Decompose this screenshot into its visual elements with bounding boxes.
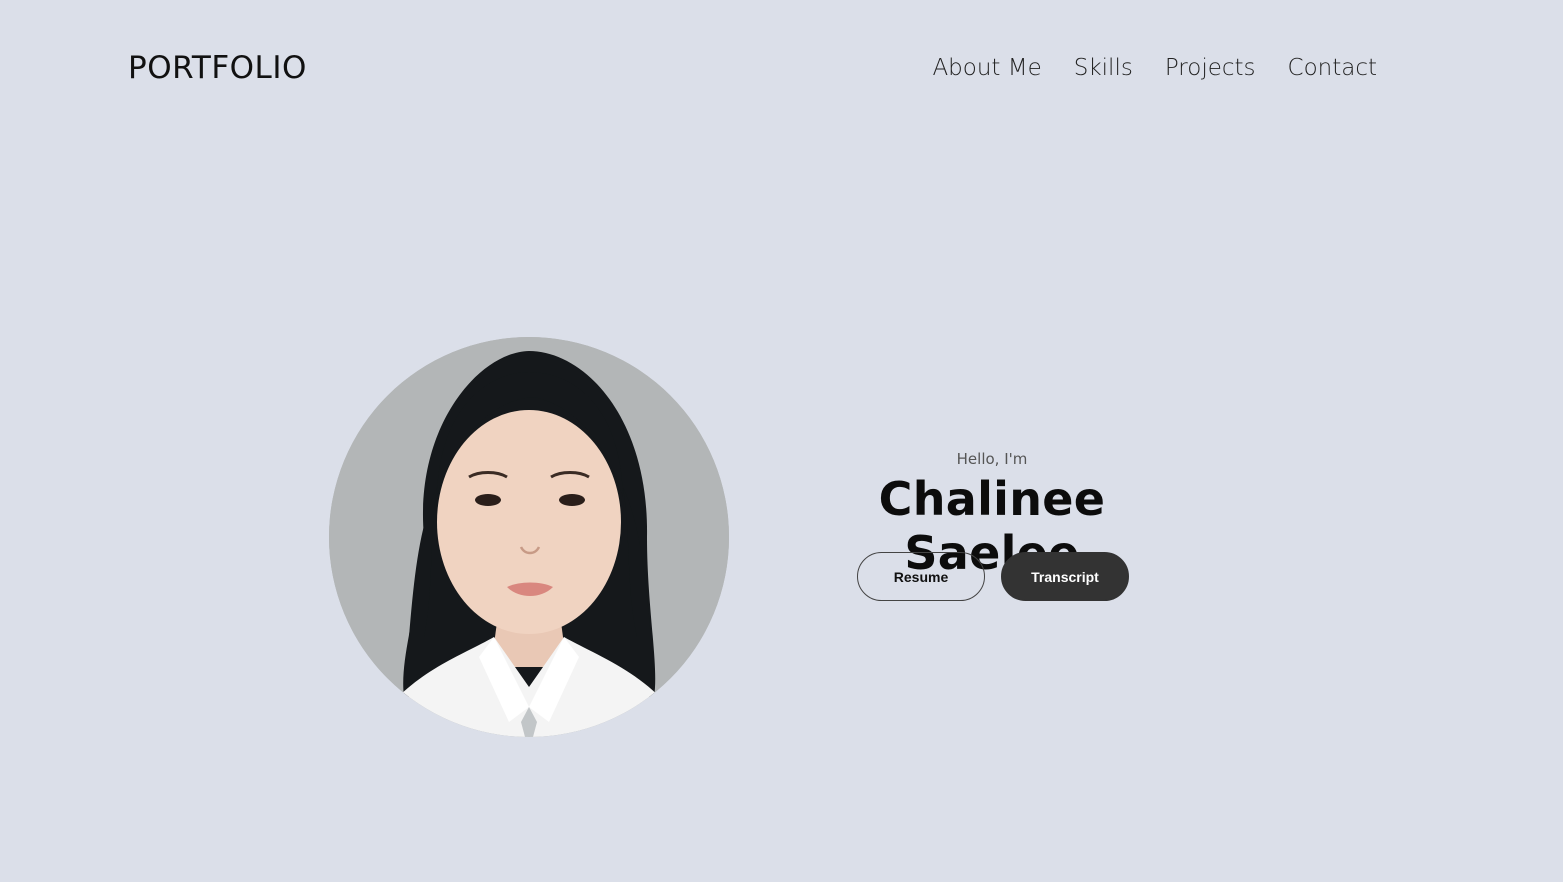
transcript-button[interactable]: Transcript	[1001, 552, 1129, 601]
resume-button[interactable]: Resume	[857, 552, 985, 601]
site-logo[interactable]: PORTFOLIO	[128, 50, 307, 86]
nav-contact[interactable]: Contact	[1288, 55, 1377, 81]
profile-photo	[329, 337, 729, 737]
nav-about-me[interactable]: About Me	[932, 55, 1041, 81]
nav-projects[interactable]: Projects	[1165, 55, 1256, 81]
hero-buttons: Resume Transcript	[857, 552, 1129, 601]
nav-skills[interactable]: Skills	[1074, 55, 1133, 81]
portfolio-page: PORTFOLIO About Me Skills Projects Conta…	[0, 0, 1563, 882]
main-nav: About Me Skills Projects Contact	[932, 55, 1377, 81]
greeting-text: Hello, I'm	[956, 450, 1028, 468]
profile-photo-illustration	[329, 337, 729, 737]
